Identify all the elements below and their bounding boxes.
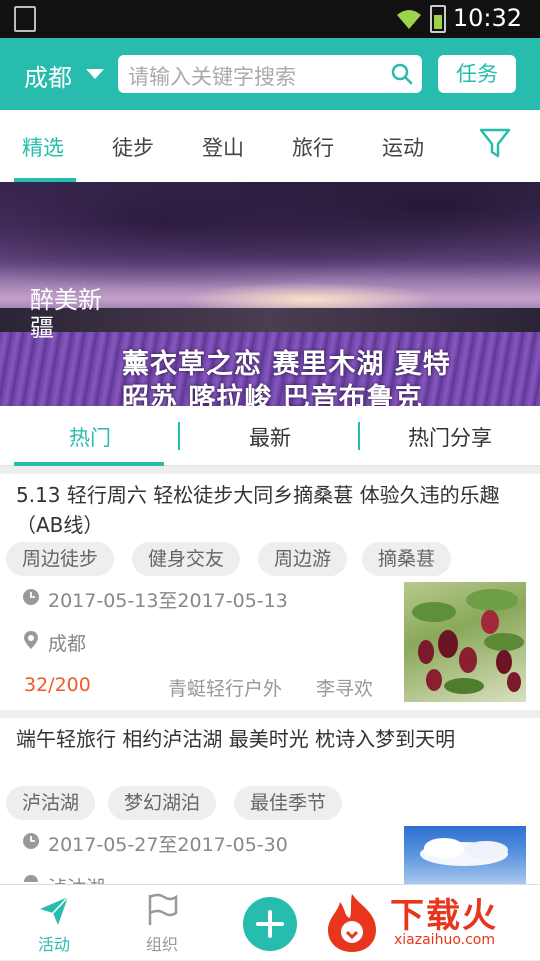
tab-travel[interactable]: 旅行 [292,132,334,162]
location-pin-icon [24,631,38,649]
tag[interactable]: 梦幻湖泊 [108,786,217,820]
watermark-domain: xiazaihuo.com [394,932,495,948]
organizer[interactable]: 青蜓轻行户外 [168,674,282,701]
top-bar: 成都 请输入关键字搜索 任务 [0,38,540,110]
status-bar: 10:32 [0,0,540,38]
banner-logo: 醉美新疆 [30,286,102,342]
activity-card[interactable]: 5.13 轻行周六 轻松徒步大同乡摘桑葚 体验久违的乐趣（AB线） 周边徒步 健… [0,474,540,710]
activity-thumbnail[interactable] [404,582,526,702]
nav-activity-label: 活动 [37,935,70,954]
activity-card[interactable]: 端午轻旅行 相约泸沽湖 最美时光 枕诗入梦到天明 泸沽湖 梦幻湖泊 最佳季节 2… [0,718,540,884]
filter-icon[interactable] [478,126,512,160]
tag[interactable]: 最佳季节 [234,786,343,820]
nav-organization-label: 组织 [145,935,178,954]
activity-location: 成都 [48,633,87,655]
sky-image [420,838,508,866]
task-button[interactable]: 任务 [438,55,516,93]
battery-icon [430,5,446,33]
activity-title[interactable]: 端午轻旅行 相约泸沽湖 最美时光 枕诗入梦到天明 [16,724,526,754]
tag[interactable]: 泸沽湖 [6,786,96,820]
wifi-icon [397,10,421,29]
sub-tabs: 热门 最新 热门分享 [0,406,540,466]
clock: 10:32 [452,4,522,32]
tab-featured[interactable]: 精选 [22,132,64,162]
clock-icon [23,589,39,605]
add-button[interactable] [243,897,297,951]
city-selector[interactable]: 成都 [24,58,72,93]
tag[interactable]: 周边游 [258,542,348,576]
subtab-hot-share[interactable]: 热门分享 [360,422,540,452]
tag[interactable]: 周边徒步 [6,542,115,576]
activity-title[interactable]: 5.13 轻行周六 轻松徒步大同乡摘桑葚 体验久违的乐趣（AB线） [16,480,526,540]
nav-activity[interactable]: 活动 [14,885,94,961]
caret-down-icon[interactable] [86,69,104,79]
activity-date: 2017-05-27至2017-05-30 [48,834,288,856]
subtab-latest[interactable]: 最新 [180,422,360,452]
search-icon[interactable] [390,62,414,86]
nav-organization[interactable]: 组织 [122,885,202,961]
search-placeholder: 请输入关键字搜索 [128,65,296,89]
subtab-hot[interactable]: 热门 [0,422,180,452]
search-input[interactable]: 请输入关键字搜索 [118,55,422,93]
tag[interactable]: 健身交友 [132,542,241,576]
tab-sports[interactable]: 运动 [382,132,424,162]
activity-location: 泸沽湖 [48,873,105,884]
watermark: 下载火 xiazaihuo.com [320,884,540,960]
mulberry-image [412,589,524,694]
active-subtab-indicator [14,462,164,466]
paper-plane-icon [40,896,69,925]
tag[interactable]: 摘桑葚 [362,542,452,576]
leader[interactable]: 李寻欢 [316,674,373,701]
activity-thumbnail[interactable] [404,826,526,884]
category-tabs: 精选 徒步 登山 旅行 运动 [0,110,540,182]
activity-date: 2017-05-13至2017-05-13 [48,590,288,612]
clock-icon [23,833,39,849]
tab-hiking[interactable]: 徒步 [112,132,154,162]
sim-card-icon [14,6,36,32]
banner-caption-2: 昭苏 喀拉峻 巴音布鲁克 [122,383,423,406]
fire-logo-icon [328,894,376,952]
flag-icon [148,893,178,925]
tab-climbing[interactable]: 登山 [202,132,244,162]
promo-banner[interactable]: 醉美新疆 薰衣草之恋 赛里木湖 夏特 昭苏 喀拉峻 巴音布鲁克 [0,182,540,406]
signup-count: 32/200 [24,674,91,696]
location-pin-icon [24,875,38,882]
watermark-brand: 下载火 [390,896,498,936]
